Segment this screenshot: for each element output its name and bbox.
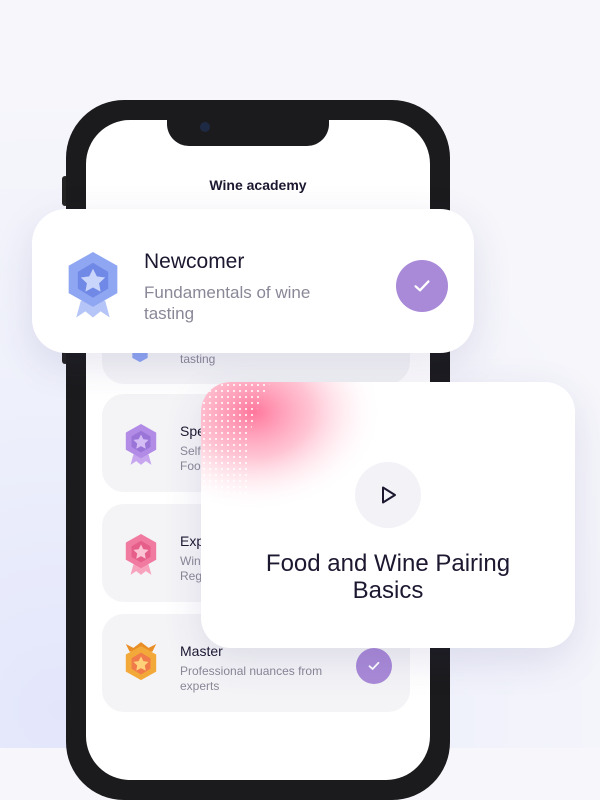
- front-camera: [200, 122, 210, 132]
- video-title: Food and Wine Pairing Basics: [265, 550, 511, 604]
- level-description: Professional nuances from experts: [180, 664, 323, 693]
- newcomer-title: Newcomer: [144, 250, 245, 273]
- play-button[interactable]: [355, 462, 421, 528]
- play-icon: [382, 486, 396, 504]
- medal-icon: [125, 424, 157, 465]
- level-description: Self Foo: [180, 444, 201, 473]
- completed-check-button[interactable]: [396, 260, 448, 312]
- completed-check-button[interactable]: [356, 648, 392, 684]
- check-icon: [414, 280, 430, 292]
- level-description-fragment: tasting: [180, 352, 216, 366]
- medal-icon: [68, 252, 118, 318]
- check-icon: [368, 661, 380, 670]
- newcomer-card[interactable]: Newcomer Fundamentals of wine tasting: [32, 209, 474, 353]
- phone-notch: [167, 120, 329, 146]
- newcomer-description: Fundamentals of wine tasting: [144, 283, 311, 323]
- medal-icon: [125, 534, 157, 575]
- medal-icon: [125, 642, 157, 681]
- app-title: Wine academy: [209, 177, 307, 193]
- video-lesson-card[interactable]: Food and Wine Pairing Basics: [201, 382, 575, 648]
- level-description: Win Reg: [180, 554, 203, 583]
